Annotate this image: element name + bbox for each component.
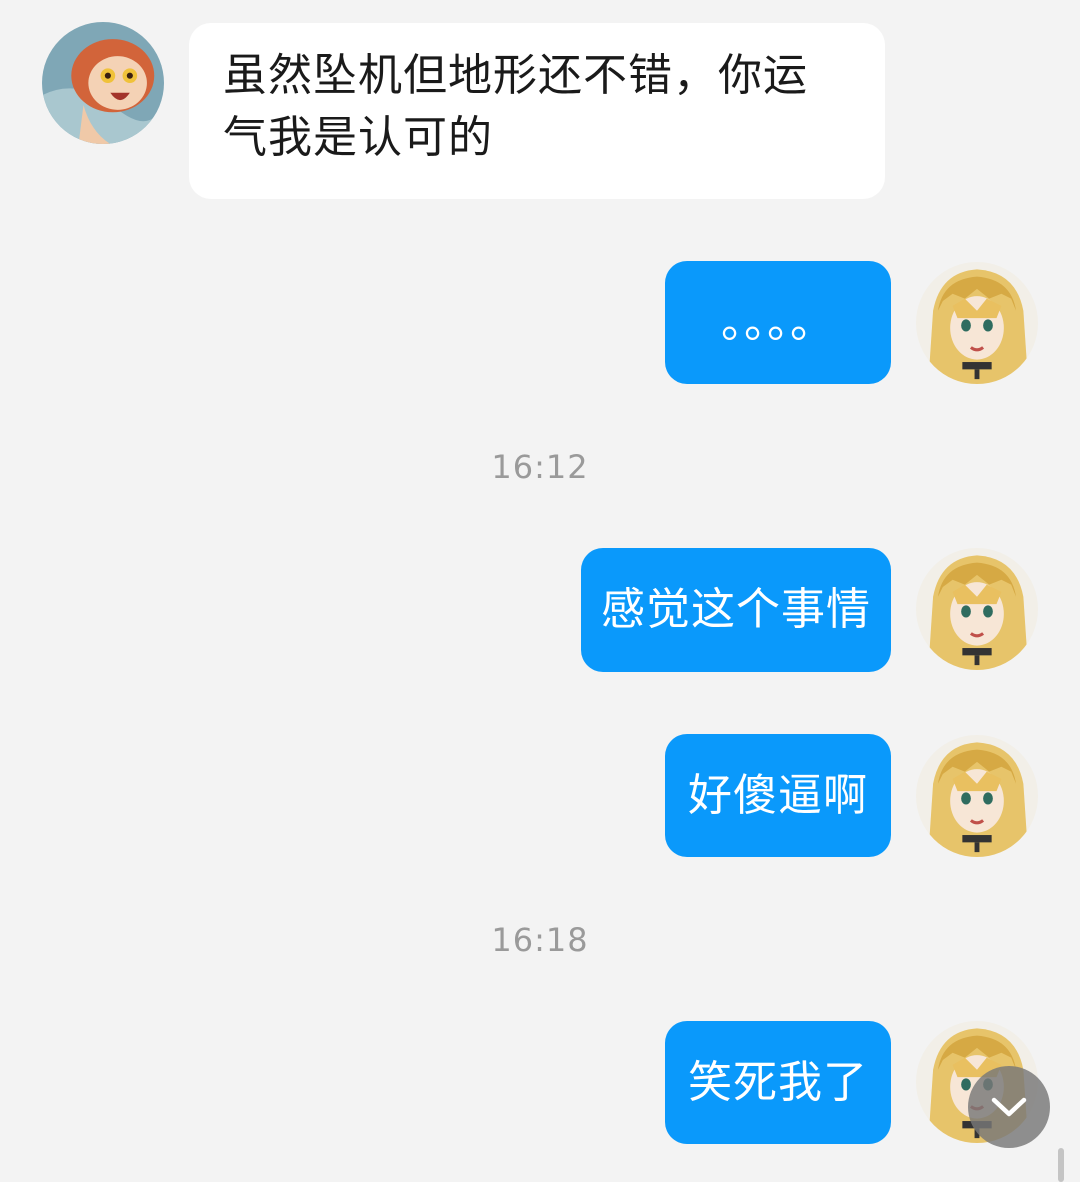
message-text: 。。。。 (721, 296, 835, 348)
my-avatar-image (916, 548, 1038, 670)
message-bubble-outgoing[interactable]: 。。。。 (665, 261, 891, 384)
message-text: 好傻逼啊 (688, 769, 868, 821)
chevron-down-icon (991, 1097, 1027, 1117)
contact-avatar[interactable] (42, 22, 164, 144)
message-text: 笑死我了 (688, 1056, 868, 1108)
my-avatar-image (916, 735, 1038, 857)
time-divider: 16:18 (491, 921, 589, 959)
scroll-to-bottom-button[interactable] (968, 1066, 1050, 1148)
message-bubble-outgoing[interactable]: 好傻逼啊 (665, 734, 891, 857)
message-bubble-incoming[interactable]: 虽然坠机但地形还不错，你运气我是认可的 (189, 23, 885, 199)
message-bubble-outgoing[interactable]: 感觉这个事情 (581, 548, 891, 672)
my-avatar[interactable] (916, 735, 1038, 857)
contact-avatar-image (42, 22, 164, 144)
scrollbar-thumb[interactable] (1058, 1148, 1064, 1182)
message-text: 感觉这个事情 (601, 584, 871, 635)
message-text: 虽然坠机但地形还不错，你运气我是认可的 (223, 50, 808, 163)
my-avatar-image (916, 262, 1038, 384)
my-avatar[interactable] (916, 548, 1038, 670)
time-divider: 16:12 (491, 448, 589, 486)
my-avatar[interactable] (916, 262, 1038, 384)
message-bubble-outgoing[interactable]: 笑死我了 (665, 1021, 891, 1144)
